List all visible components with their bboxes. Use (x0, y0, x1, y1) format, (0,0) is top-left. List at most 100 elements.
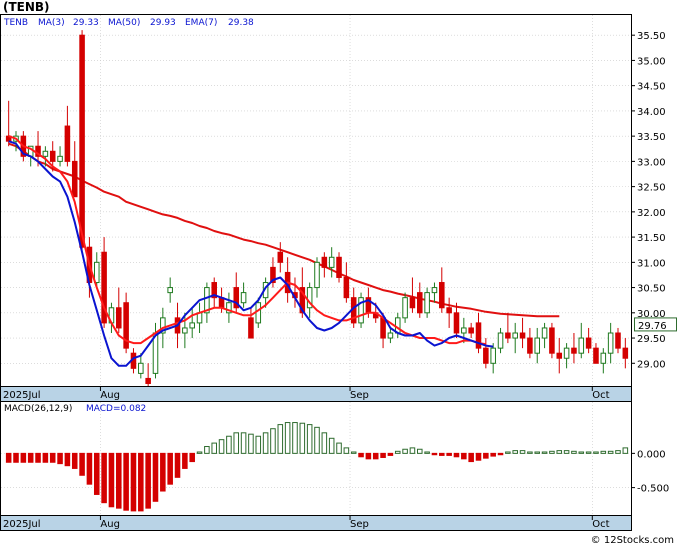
macd-bar (446, 452, 452, 456)
macd-bar (314, 426, 320, 454)
macd-legend-value: MACD=0.082 (86, 404, 146, 414)
candle-body (387, 332, 394, 339)
macd-bar (233, 432, 240, 454)
candle-body (461, 327, 467, 334)
macd-bar (336, 442, 342, 454)
candle-body (541, 327, 548, 339)
macd-bar (116, 452, 122, 509)
macd-bar (321, 432, 328, 454)
candle-body (431, 287, 438, 294)
macd-bar (160, 452, 166, 492)
macd-bar (248, 433, 254, 454)
candle-body (446, 307, 452, 314)
macd-bar (394, 450, 401, 454)
date-label: Aug (100, 390, 120, 401)
candle-body (578, 337, 585, 354)
date-axis-band (0, 386, 632, 402)
candle-body (424, 292, 430, 314)
macd-bar (20, 452, 27, 463)
candle-body (328, 256, 335, 268)
candle-body (505, 332, 511, 339)
last-price-label: 29.76 (638, 321, 667, 332)
macd-bar (358, 452, 364, 458)
candle-body (439, 282, 445, 309)
candle-body (527, 337, 533, 354)
macd-bar (240, 432, 247, 454)
macd-bar (453, 452, 460, 458)
date-label: Sep (350, 390, 369, 401)
macd-bar (292, 422, 298, 454)
macd-bar (189, 452, 195, 463)
candle-body (490, 347, 496, 364)
legend-ma50-value: 29.93 (150, 18, 176, 28)
candle-body (380, 317, 386, 339)
price-tick-label: 33.00 (637, 157, 666, 168)
date-label: Sep (350, 519, 369, 530)
candle-body (116, 307, 122, 329)
candle-body (585, 337, 592, 349)
candle-body (167, 287, 173, 294)
date-label: Aug (100, 519, 120, 530)
candle-body (402, 297, 408, 319)
price-tick-label: 35.50 (637, 31, 666, 42)
macd-bar (145, 452, 151, 509)
macd-axis: 0.000 -0.500 (631, 449, 669, 495)
macd-date-axis-band (0, 515, 632, 531)
macd-bar (86, 452, 93, 485)
macd-bar (461, 452, 467, 460)
price-tick-label: 31.50 (637, 233, 666, 244)
candle-body (336, 256, 342, 278)
price-tick-label: 32.50 (637, 183, 666, 194)
macd-bar (475, 452, 482, 461)
legend-ma3-label: MA(3) (38, 18, 65, 28)
macd-bar (527, 451, 533, 454)
macd-bar (563, 450, 570, 454)
macd-bar (549, 450, 555, 454)
macd-bar (5, 452, 12, 463)
macd-bar (431, 452, 438, 456)
legend-ema7-label: EMA(7) (185, 18, 217, 28)
candle-body (615, 332, 621, 349)
candle-body (417, 292, 423, 314)
candle-body (607, 332, 614, 354)
candle-body (571, 347, 577, 354)
candle-body (453, 312, 460, 334)
macd-bar (108, 452, 115, 508)
macd-bar (387, 452, 394, 456)
macd-bar (585, 451, 592, 454)
candle-body (563, 347, 570, 359)
legend-ma3-value: 29.33 (73, 18, 99, 28)
macd-bar (123, 452, 129, 511)
candle-body (519, 332, 526, 339)
macd-bar (622, 447, 629, 454)
macd-legend-label: MACD(26,12,9) (4, 404, 72, 414)
macd-bar (372, 452, 379, 460)
macd-bar (277, 424, 284, 454)
macd-bar (556, 450, 563, 454)
macd-bar (380, 452, 386, 458)
price-tick-label: 33.50 (637, 132, 666, 143)
macd-bar (607, 450, 614, 454)
candle-body (138, 362, 144, 374)
macd-bar (541, 451, 548, 454)
candle-body (556, 352, 563, 359)
macd-bar (196, 451, 203, 454)
legend-ema7-value: 29.38 (228, 18, 254, 28)
date-label: Oct (592, 390, 609, 401)
macd-bar (167, 452, 173, 485)
macd-bar (534, 451, 541, 454)
macd-bar (174, 452, 181, 478)
macd-bar (600, 450, 607, 454)
price-tick-label: 29.00 (637, 359, 666, 370)
macd-bar (519, 450, 526, 454)
price-tick-label: 34.00 (637, 107, 666, 118)
date-label: 2025Jul (3, 519, 41, 530)
price-tick-label: 31.00 (637, 258, 666, 269)
macd-tick-label: 0.000 (637, 449, 666, 460)
date-label: Oct (592, 519, 609, 530)
macd-bar (593, 451, 599, 454)
candle-body (622, 347, 629, 359)
macd-bar (306, 424, 313, 454)
candle-body (409, 297, 416, 309)
candle-body (248, 317, 254, 339)
